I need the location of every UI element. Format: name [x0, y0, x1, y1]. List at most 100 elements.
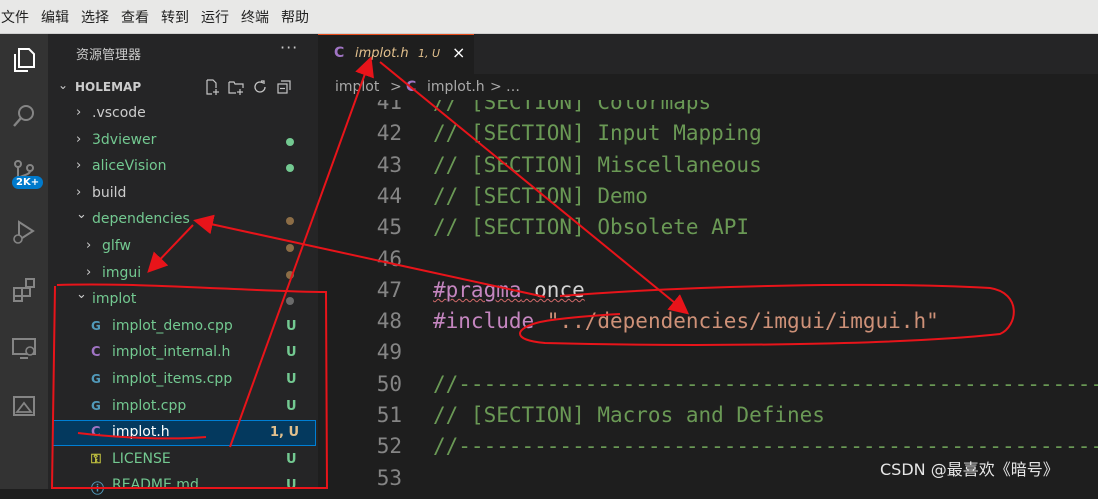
tree-item-label: glfw	[102, 238, 131, 254]
line-number: 52	[376, 434, 402, 459]
c-header-icon: C	[91, 425, 101, 441]
license-key-icon: ⚿	[91, 451, 101, 467]
line-number: 53	[376, 465, 402, 489]
chevron-down-icon: ⌄	[58, 78, 69, 92]
status-dot	[286, 217, 294, 226]
chevron-right-icon: ›	[86, 264, 92, 280]
tree-file[interactable]: ⓘ README.md U	[48, 473, 318, 499]
chevron-right-icon: ›	[76, 158, 82, 174]
remote-explorer-icon[interactable]	[8, 332, 40, 364]
new-folder-icon[interactable]	[228, 79, 244, 95]
line-number: 48	[376, 309, 402, 334]
code-line: //--------------------------------------…	[433, 434, 1098, 458]
status-dot	[286, 164, 294, 173]
line-number: 50	[376, 371, 402, 396]
activity-bar: 2K+	[0, 34, 48, 489]
menu-item[interactable]: 终端	[241, 7, 275, 27]
tree-item-label: build	[92, 184, 127, 201]
tree-folder[interactable]: ⌄ dependencies	[48, 207, 318, 233]
code-editor[interactable]: 41 // [SECTION] Colormaps 42 // [SECTION] I…	[318, 100, 1098, 489]
image-preview-icon[interactable]	[8, 390, 40, 422]
preprocessor-directive: #pragma	[433, 277, 522, 302]
tree-item-label: 3dviewer	[92, 131, 157, 148]
chevron-right-icon: ›	[76, 105, 82, 120]
tree-item-label: implot	[92, 291, 137, 308]
git-status-badge: U	[286, 398, 297, 414]
breadcrumb-folder[interactable]: implot	[335, 79, 379, 95]
run-debug-icon[interactable]	[8, 216, 40, 248]
menu-item[interactable]: 转到	[161, 7, 195, 27]
tree-item-label: implot.cpp	[112, 397, 187, 414]
tree-file[interactable]: Cimplot_internal.h U	[48, 340, 318, 366]
breadcrumb-file[interactable]: implot.h	[427, 79, 485, 95]
tree-file[interactable]: ⚿ LICENSE U	[48, 447, 318, 473]
include-path: "../dependencies/imgui/imgui.h"	[534, 309, 939, 334]
git-status-badge: U	[286, 478, 297, 494]
line-number: 51	[376, 403, 402, 427]
menu-item[interactable]: 文件	[0, 7, 35, 27]
explorer-icon[interactable]	[8, 44, 40, 76]
menu-item[interactable]: 选择	[81, 7, 115, 27]
tree-file[interactable]: Gimplot.cpp U	[48, 394, 318, 420]
refresh-icon[interactable]	[252, 79, 268, 95]
tree-item-label: implot_items.cpp	[112, 371, 233, 387]
tree-item-label: implot.h	[112, 424, 170, 441]
watermark: CSDN @最喜欢《暗号》	[880, 460, 1059, 479]
tree-folder[interactable]: › aliceVision	[48, 154, 318, 180]
search-icon[interactable]	[8, 100, 40, 132]
tree-folder[interactable]: › imgui	[48, 261, 318, 287]
editor-tab-bar: C implot.h 1, U ×	[318, 34, 1098, 75]
chevron-right-icon: ›	[76, 184, 82, 200]
tree-folder[interactable]: › .vscode	[48, 101, 318, 127]
c-header-icon: C	[91, 345, 101, 361]
line-number: 43	[376, 152, 402, 177]
pragma-arg: once	[521, 277, 585, 302]
code-line: #pragma once	[433, 278, 585, 302]
code-line: // [SECTION] Macros and Defines	[433, 403, 825, 427]
new-file-icon[interactable]	[204, 79, 220, 95]
code-line: #include "../dependencies/imgui/imgui.h"	[433, 309, 939, 333]
breadcrumb-more[interactable]: …	[506, 79, 520, 95]
line-number: 47	[376, 277, 402, 302]
menu-item[interactable]: 编辑	[41, 7, 75, 27]
extensions-icon[interactable]	[8, 274, 40, 306]
tree-file[interactable]: Gimplot_demo.cpp U	[48, 314, 318, 340]
menu-bar: 文件 编辑 选择 查看 转到 运行 终端 帮助	[0, 0, 1098, 34]
chevron-down-icon: ⌄	[76, 287, 87, 303]
tree-file[interactable]: Cimplot.h 1, U	[52, 420, 316, 447]
tab-implot-h[interactable]: C implot.h 1, U ×	[318, 34, 474, 75]
line-number: 41	[376, 100, 402, 114]
source-control-badge: 2K+	[12, 176, 44, 189]
collapse-all-icon[interactable]	[276, 79, 292, 95]
code-text: // [SECTION] Demo	[433, 183, 648, 208]
tree-item-label: .vscode	[92, 105, 146, 121]
tree-file[interactable]: Gimplot_items.cpp U	[48, 367, 318, 393]
menu-item[interactable]: 帮助	[281, 7, 315, 27]
close-icon[interactable]: ×	[452, 43, 465, 62]
code-text: // [SECTION] Input Mapping	[433, 121, 762, 146]
workspace-section-header[interactable]: ⌄ HOLEMAP	[48, 77, 318, 99]
code-text: // [SECTION] Miscellaneous	[433, 152, 762, 177]
git-status-badge: U	[286, 345, 297, 361]
tree-folder[interactable]: › build	[48, 181, 318, 207]
more-actions-icon[interactable]: ···	[280, 38, 298, 57]
code-text: //--------------------------------------…	[433, 371, 1098, 396]
info-icon: ⓘ	[91, 482, 105, 498]
tree-item-label: implot_demo.cpp	[112, 317, 233, 334]
menu-item[interactable]: 查看	[121, 7, 155, 27]
tree-folder[interactable]: ⌄ implot	[48, 287, 318, 313]
line-number: 44	[376, 183, 402, 208]
menu-item[interactable]: 运行	[201, 7, 235, 27]
status-dot	[286, 297, 294, 306]
git-status-badge: U	[286, 451, 297, 467]
line-number: 49	[376, 340, 402, 365]
chevron-right-icon: ›	[76, 131, 82, 147]
line-number: 42	[376, 121, 402, 146]
code-text: // [SECTION] Colormaps	[433, 100, 712, 114]
chevron-right-icon: >	[390, 79, 402, 95]
explorer-sidebar: 资源管理器 ··· ⌄ HOLEMAP › .vscode › 3dviewer › al…	[48, 34, 318, 497]
tree-folder[interactable]: › 3dviewer	[48, 128, 318, 154]
tree-folder[interactable]: › glfw	[48, 234, 318, 260]
cpp-file-icon: G	[91, 318, 101, 333]
code-line: // [SECTION] Obsolete API	[433, 215, 749, 239]
